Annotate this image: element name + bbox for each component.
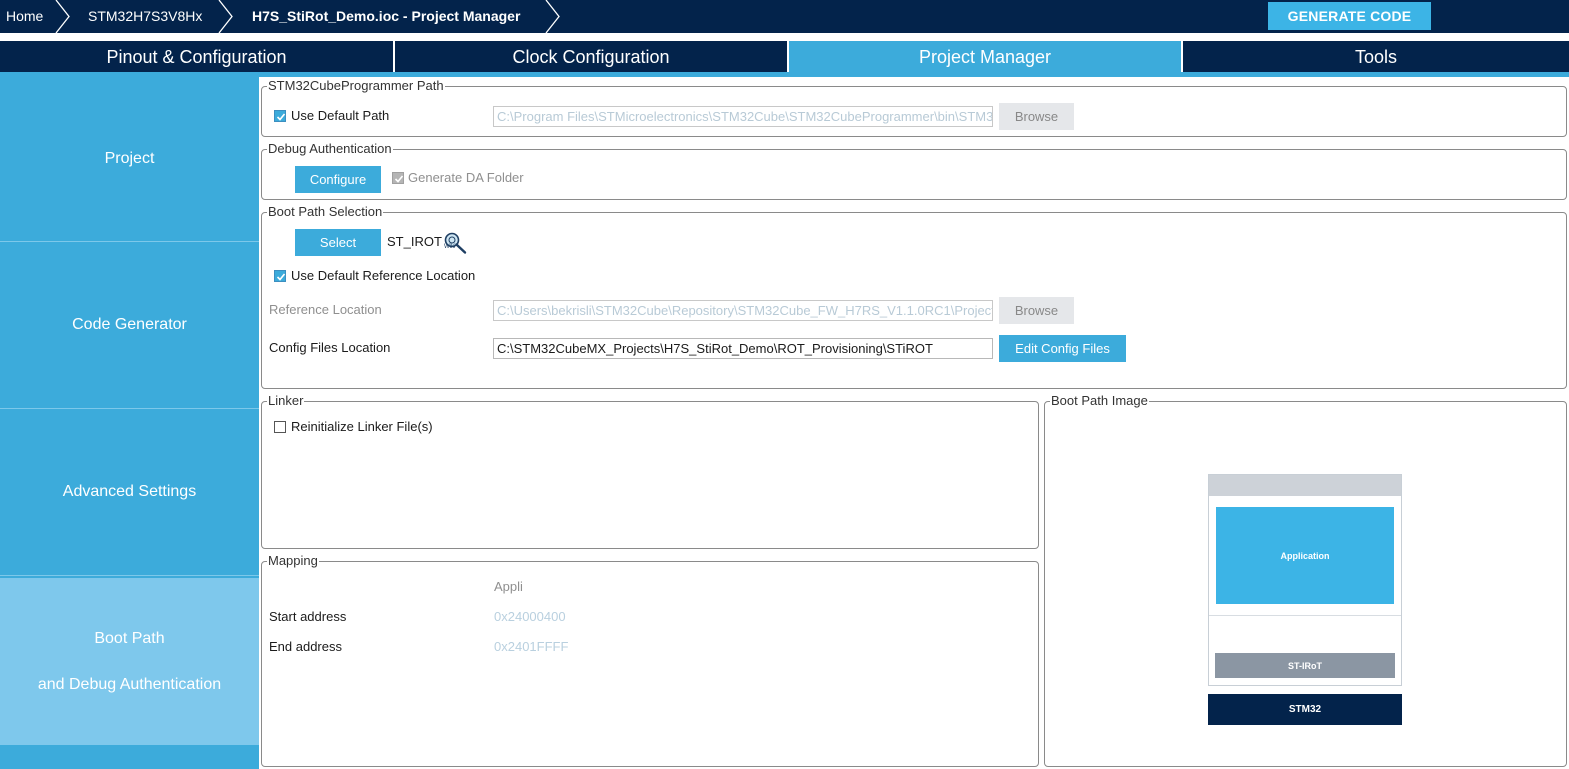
reinitialize-linker-checkbox[interactable]	[274, 421, 286, 433]
diagram-header-bar	[1209, 475, 1401, 496]
group-legend: STM32CubeProgrammer Path	[267, 78, 445, 94]
config-files-location-label: Config Files Location	[269, 340, 391, 355]
mapping-column-header: Appli	[494, 579, 523, 594]
checkmark-icon	[276, 273, 286, 281]
sidebar-item-label-line1: Boot Path	[94, 629, 165, 647]
topbar-gap	[0, 33, 1569, 41]
reinitialize-linker-label: Reinitialize Linker File(s)	[291, 419, 433, 434]
checkmark-icon	[394, 175, 404, 183]
selected-boot-path-value: ST_IROT	[387, 234, 442, 249]
tab-clock-configuration[interactable]: Clock Configuration	[395, 41, 787, 72]
generate-da-folder-checkbox[interactable]	[392, 172, 404, 184]
start-address-value: 0x24000400	[494, 609, 566, 624]
programmer-browse-button[interactable]: Browse	[999, 103, 1074, 130]
use-default-reference-checkbox[interactable]	[274, 270, 286, 282]
application-block: Application	[1216, 507, 1394, 604]
mapping-group: Mapping	[261, 553, 1039, 767]
group-legend: Boot Path Image	[1050, 393, 1149, 409]
top-breadcrumb-bar: Home STM32H7S3V8Hx H7S_StiRot_Demo.ioc -…	[0, 0, 1569, 33]
start-address-label: Start address	[269, 609, 347, 624]
group-legend: Mapping	[267, 553, 319, 569]
st-irot-block: ST-IRoT	[1215, 653, 1395, 678]
group-legend: Linker	[267, 393, 305, 409]
stm32-chip-block: STM32	[1208, 694, 1402, 725]
end-address-value: 0x2401FFFF	[494, 639, 569, 654]
sidebar-item-label: Project	[104, 150, 155, 167]
group-legend: Debug Authentication	[267, 141, 393, 157]
edit-config-files-button[interactable]: Edit Config Files	[999, 335, 1126, 362]
checkmark-icon	[276, 113, 286, 121]
sidebar-item-code-generator[interactable]: Code Generator	[0, 242, 259, 408]
end-address-label: End address	[269, 639, 342, 654]
breadcrumb-device[interactable]: STM32H7S3V8Hx	[88, 0, 202, 33]
diagram-divider	[1209, 615, 1401, 616]
wiki-search-icon[interactable]: Wiki	[443, 231, 467, 255]
chevron-right-icon	[54, 0, 72, 33]
sidebar-divider	[0, 575, 259, 576]
programmer-path-field[interactable]: C:\Program Files\STMicroelectronics\STM3…	[493, 106, 993, 127]
reference-location-label: Reference Location	[269, 302, 382, 317]
reference-location-field[interactable]: C:\Users\bekrisli\STM32Cube\Repository\S…	[493, 300, 993, 321]
wiki-icon-caption: Wiki	[444, 244, 456, 250]
chevron-right-icon	[217, 0, 235, 33]
select-boot-path-button[interactable]: Select	[295, 229, 381, 256]
generate-da-folder-label: Generate DA Folder	[408, 170, 524, 185]
sidebar: Project Code Generator Advanced Settings…	[0, 77, 259, 769]
boot-path-diagram: Application ST-IRoT	[1208, 474, 1402, 686]
use-default-path-checkbox[interactable]	[274, 110, 286, 122]
sidebar-item-label-line2: and Debug Authentication	[37, 675, 222, 693]
use-default-reference-label: Use Default Reference Location	[291, 268, 476, 283]
main-tabs: Pinout & Configuration Clock Configurati…	[0, 41, 1569, 72]
breadcrumb-project[interactable]: H7S_StiRot_Demo.ioc - Project Manager	[252, 0, 520, 33]
chevron-right-icon	[544, 0, 562, 33]
tab-project-manager[interactable]: Project Manager	[789, 41, 1181, 72]
tab-pinout-configuration[interactable]: Pinout & Configuration	[0, 41, 393, 72]
group-legend: Boot Path Selection	[267, 204, 384, 220]
sidebar-item-project[interactable]: Project	[0, 77, 259, 241]
breadcrumb-home[interactable]: Home	[6, 0, 43, 33]
config-files-location-field[interactable]: C:\STM32CubeMX_Projects\H7S_StiRot_Demo\…	[493, 338, 993, 359]
tab-tools[interactable]: Tools	[1183, 41, 1569, 72]
sidebar-item-boot-path-debug-auth[interactable]: Boot Path and Debug Authentication	[0, 578, 259, 745]
sidebar-item-advanced-settings[interactable]: Advanced Settings	[0, 409, 259, 575]
configure-button[interactable]: Configure	[295, 166, 381, 193]
reference-browse-button[interactable]: Browse	[999, 297, 1074, 324]
sidebar-item-label: Code Generator	[72, 316, 187, 333]
use-default-path-label: Use Default Path	[291, 108, 390, 123]
generate-code-button[interactable]: GENERATE CODE	[1268, 2, 1431, 30]
sidebar-item-label: Advanced Settings	[62, 483, 197, 500]
